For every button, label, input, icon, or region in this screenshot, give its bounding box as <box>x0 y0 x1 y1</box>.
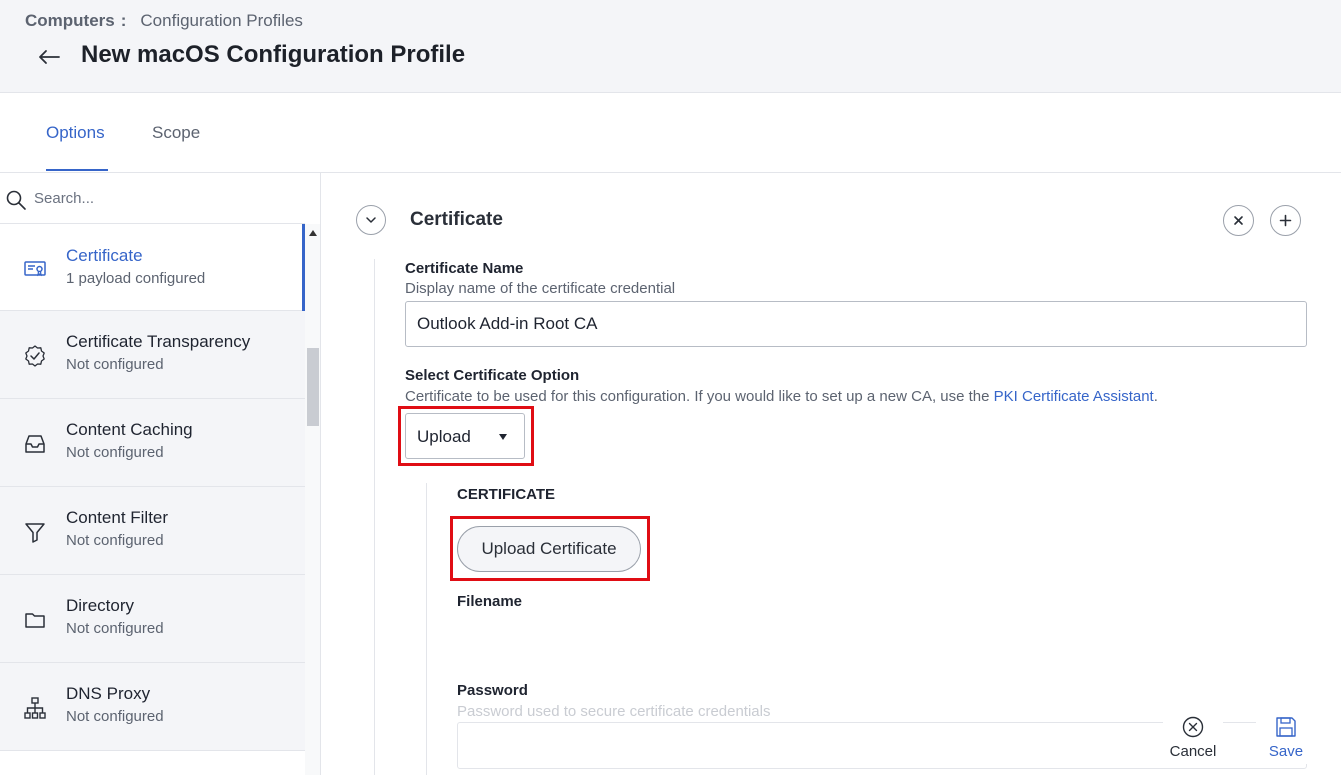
page-title: New macOS Configuration Profile <box>81 41 466 68</box>
breadcrumb-separator: : <box>120 11 127 30</box>
payload-editor: Certificate Certificate Name Display nam… <box>322 173 1341 775</box>
password-label: Password <box>457 682 528 699</box>
close-icon <box>1234 216 1243 225</box>
sidebar-item-title: Content Caching <box>66 420 193 439</box>
certificate-name-field[interactable] <box>405 301 1307 347</box>
collapse-section-button[interactable] <box>356 205 386 235</box>
section-divider <box>374 259 375 775</box>
sidebar-item-title: Content Filter <box>66 508 169 527</box>
caret-down-icon <box>499 434 507 440</box>
scrollbar-thumb[interactable] <box>307 348 319 426</box>
sidebar-item-status: Not configured <box>66 708 164 725</box>
remove-payload-button[interactable] <box>1223 205 1254 236</box>
sidebar-item-content-filter[interactable]: Content Filter Not configured <box>0 487 305 575</box>
search-input[interactable] <box>34 185 294 211</box>
breadcrumb-current[interactable]: Configuration Profiles <box>140 11 303 31</box>
sidebar-item-title: Directory <box>66 596 135 615</box>
section-title: Certificate <box>410 209 503 230</box>
search-icon <box>6 190 26 210</box>
breadcrumb-root[interactable]: Computers <box>25 11 115 31</box>
breadcrumb: Computers : Configuration Profiles <box>25 11 303 31</box>
page-header: Computers : Configuration Profiles New m… <box>0 0 1341 93</box>
select-help-suffix: . <box>1153 388 1158 405</box>
tab-scope[interactable]: Scope <box>152 123 200 143</box>
certificate-heading: CERTIFICATE <box>457 486 556 503</box>
scroll-up-arrow-icon[interactable] <box>309 230 317 236</box>
back-arrow-icon[interactable] <box>36 44 62 70</box>
sidebar-item-certificate-transparency[interactable]: Certificate Transparency Not configured <box>0 311 305 399</box>
sidebar-item-status: 1 payload configured <box>66 270 206 287</box>
cert-name-help: Display name of the certificate credenti… <box>405 280 676 297</box>
sidebar-search <box>0 173 305 224</box>
tab-bar: Options Scope <box>0 93 1341 173</box>
save-button[interactable]: Save <box>1256 714 1316 764</box>
sidebar-item-certificate[interactable]: Certificate 1 payload configured <box>0 224 305 311</box>
save-label: Save <box>1268 743 1304 760</box>
network-icon <box>24 697 46 719</box>
password-help: Password used to secure certificate cred… <box>457 703 771 720</box>
payload-sidebar: Certificate 1 payload configured Certifi… <box>0 173 321 775</box>
upload-certificate-button[interactable]: Upload Certificate <box>457 526 641 572</box>
payload-list: Certificate 1 payload configured Certifi… <box>0 224 305 751</box>
sidebar-item-status: Not configured <box>66 532 164 549</box>
cancel-circle-icon <box>1182 716 1204 738</box>
certificate-icon <box>24 261 46 277</box>
inbox-icon <box>25 435 45 453</box>
save-icon <box>1276 717 1296 737</box>
select-value: Upload <box>417 427 471 446</box>
sidebar-item-dns-proxy[interactable]: DNS Proxy Not configured <box>0 663 305 751</box>
filter-icon <box>25 523 45 543</box>
tab-options[interactable]: Options <box>46 123 105 143</box>
sidebar-item-directory[interactable]: Directory Not configured <box>0 575 305 663</box>
sidebar-item-status: Not configured <box>66 444 164 461</box>
plus-icon <box>1279 214 1292 227</box>
pki-assistant-link[interactable]: PKI Certificate Assistant <box>994 388 1154 405</box>
sidebar-item-title: Certificate Transparency <box>66 332 251 351</box>
sidebar-item-status: Not configured <box>66 356 164 373</box>
active-tab-indicator <box>46 169 108 171</box>
sidebar-item-status: Not configured <box>66 620 164 637</box>
sidebar-item-title: DNS Proxy <box>66 684 151 703</box>
sidebar-scrollbar[interactable] <box>305 224 320 775</box>
select-option-help: Certificate to be used for this configur… <box>405 388 1158 405</box>
select-help-text: Certificate to be used for this configur… <box>405 388 994 405</box>
subsection-divider <box>426 483 427 775</box>
sidebar-item-title: Certificate <box>66 246 143 265</box>
cert-name-label: Certificate Name <box>405 260 524 277</box>
certificate-option-select[interactable]: Upload <box>405 413 525 459</box>
folder-icon <box>25 613 45 628</box>
sidebar-item-content-caching[interactable]: Content Caching Not configured <box>0 399 305 487</box>
badge-check-icon <box>25 345 45 367</box>
chevron-down-icon <box>366 217 376 223</box>
cancel-button[interactable]: Cancel <box>1163 714 1223 764</box>
cancel-label: Cancel <box>1169 743 1217 760</box>
add-payload-button[interactable] <box>1270 205 1301 236</box>
select-option-label: Select Certificate Option <box>405 367 580 384</box>
filename-label: Filename <box>457 593 523 610</box>
